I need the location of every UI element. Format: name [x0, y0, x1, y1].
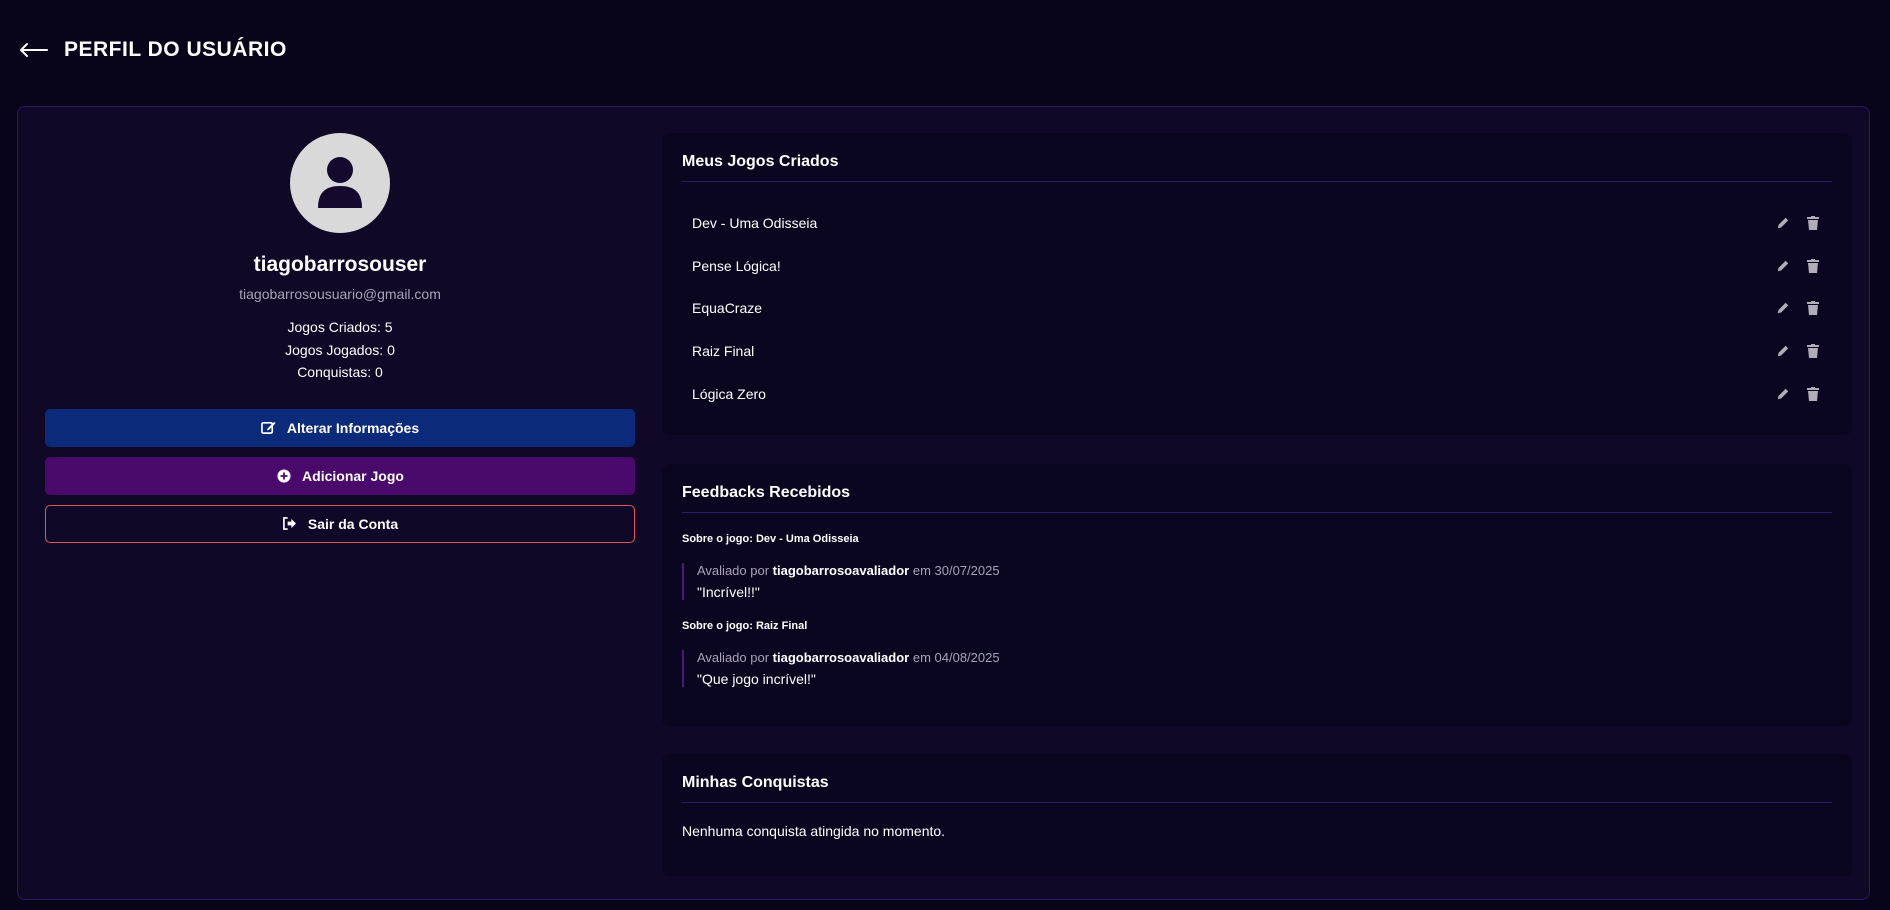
achievements-card: Minhas Conquistas Nenhuma conquista atin…	[662, 754, 1852, 876]
avatar	[290, 133, 390, 233]
stat-achievements: Conquistas: 0	[297, 364, 383, 380]
stat-games-created: Jogos Criados: 5	[287, 319, 393, 335]
feedback-prefix: Avaliado por	[697, 563, 770, 578]
logout-button[interactable]: Sair da Conta	[45, 504, 635, 543]
feedback-meta: Avaliado por tiagobarrosoavaliador em 04…	[697, 650, 1832, 665]
feedback-text: "Que jogo incrível!"	[697, 671, 816, 687]
feedback-author: tiagobarrosoavaliador	[772, 563, 910, 578]
top-bar: PERFIL DO USUÁRIO	[0, 0, 1890, 100]
pencil-icon[interactable]	[1774, 385, 1792, 403]
game-name: Raiz Final	[692, 343, 755, 360]
feedback-item: Avaliado por tiagobarrosoavaliador em 30…	[682, 563, 1832, 600]
game-name: Lógica Zero	[692, 385, 766, 402]
pen-square-icon	[261, 420, 277, 436]
page-title: PERFIL DO USUÁRIO	[64, 38, 287, 61]
pencil-icon[interactable]	[1774, 257, 1792, 275]
game-name: Pense Lógica!	[692, 257, 781, 274]
username: tiagobarrosouser	[253, 253, 427, 276]
plus-circle-icon	[276, 468, 292, 484]
game-row: Dev - Uma Odisseia	[682, 202, 1832, 245]
user-icon	[318, 157, 362, 208]
feedback-game-heading: Sobre o jogo: Dev - Uma Odisseia	[682, 533, 859, 545]
game-row: Raiz Final	[682, 330, 1832, 373]
profile-panel: tiagobarrosouser tiagobarrosousuario@gma…	[17, 106, 1870, 900]
feedbacks-title: Feedbacks Recebidos	[682, 484, 1832, 513]
game-name: EquaCraze	[692, 300, 763, 317]
feedback-text: "Incrível!!"	[697, 584, 760, 600]
pencil-icon[interactable]	[1774, 299, 1792, 317]
feedback-date: em 30/07/2025	[912, 563, 1000, 578]
trash-icon[interactable]	[1804, 342, 1822, 360]
trash-icon[interactable]	[1804, 299, 1822, 317]
edit-info-button[interactable]: Alterar Informações	[45, 408, 635, 447]
no-achievements-message: Nenhuma conquista atingida no momento.	[682, 823, 946, 839]
logout-label: Sair da Conta	[307, 515, 399, 532]
achievements-title: Minhas Conquistas	[682, 774, 1832, 803]
trash-icon[interactable]	[1804, 257, 1822, 275]
user-stats: Jogos Criados: 5 Jogos Jogados: 0 Conqui…	[285, 316, 395, 384]
feedbacks-card: Feedbacks Recebidos Sobre o jogo: Dev - …	[662, 464, 1852, 726]
game-row: Pense Lógica!	[682, 245, 1832, 288]
sign-out-icon	[282, 516, 298, 532]
game-row: Lógica Zero	[682, 372, 1832, 415]
feedback-game-heading: Sobre o jogo: Raiz Final	[682, 620, 808, 632]
pencil-icon[interactable]	[1774, 214, 1792, 232]
feedback-prefix: Avaliado por	[697, 650, 770, 665]
stat-games-played: Jogos Jogados: 0	[285, 341, 395, 358]
my-games-card: Meus Jogos Criados Dev - Uma Odisseia Pe…	[662, 133, 1852, 435]
games-list: Dev - Uma Odisseia Pense Lógica! EquaCra…	[682, 202, 1832, 415]
arrow-left-icon	[20, 43, 48, 57]
edit-info-label: Alterar Informações	[286, 419, 420, 436]
trash-icon[interactable]	[1804, 385, 1822, 403]
feedback-date: em 04/08/2025	[912, 650, 1000, 665]
pencil-icon[interactable]	[1774, 342, 1792, 360]
add-game-label: Adicionar Jogo	[302, 467, 404, 484]
feedback-author: tiagobarrosoavaliador	[772, 650, 910, 665]
profile-column: tiagobarrosouser tiagobarrosousuario@gma…	[45, 133, 635, 543]
trash-icon[interactable]	[1804, 214, 1822, 232]
game-name: Dev - Uma Odisseia	[692, 215, 818, 232]
add-game-button[interactable]: Adicionar Jogo	[45, 456, 635, 495]
back-button[interactable]	[16, 33, 50, 67]
game-row: EquaCraze	[682, 287, 1832, 330]
my-games-title: Meus Jogos Criados	[682, 153, 1832, 182]
user-email: tiagobarrosousuario@gmail.com	[239, 286, 441, 302]
feedback-item: Avaliado por tiagobarrosoavaliador em 04…	[682, 650, 1832, 687]
feedback-meta: Avaliado por tiagobarrosoavaliador em 30…	[697, 563, 1832, 578]
